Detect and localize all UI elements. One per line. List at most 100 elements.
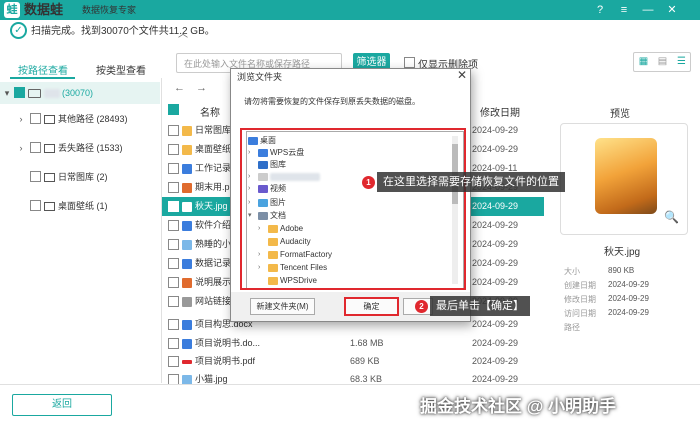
minimize-icon[interactable]: — [640, 2, 656, 18]
tree-checkbox[interactable] [30, 200, 41, 211]
column-name-header[interactable]: 名称 [200, 104, 220, 119]
row-checkbox[interactable] [168, 277, 179, 288]
file-name: 秋天.jpg [195, 201, 228, 211]
file-date: 2024-09-29 [472, 220, 519, 230]
expand-right-icon[interactable]: › [16, 137, 26, 159]
forward-arrow-icon[interactable]: → [196, 82, 207, 94]
file-name: 项目说明书.pdf [195, 356, 256, 366]
meta-modified-key: 修改日期 [564, 295, 596, 304]
row-checkbox[interactable] [168, 319, 179, 330]
step-1-callout: 在这里选择需要存储恢复文件的位置 [377, 172, 565, 192]
doc-file-icon [182, 221, 192, 231]
file-name: 项目说明书.do... [195, 338, 261, 348]
folder-icon [182, 145, 192, 155]
row-checkbox[interactable] [168, 201, 179, 212]
file-date: 2024-09-29 [472, 144, 519, 154]
row-checkbox[interactable] [168, 163, 179, 174]
tree-item-label: 日常图库 (2) [58, 172, 108, 182]
step-1-badge: 1 [362, 176, 375, 189]
row-checkbox[interactable] [168, 144, 179, 155]
zoom-icon[interactable]: 🔍 [664, 210, 679, 224]
image-file-icon [182, 202, 192, 212]
grid-view-icon[interactable]: ▦ [634, 52, 653, 72]
tree-item[interactable]: 日常图库 (2) [0, 166, 160, 188]
dialog-title: 浏览文件夹 [237, 72, 283, 82]
meta-size-value: 890 KB [608, 266, 635, 275]
select-all-checkbox[interactable] [168, 104, 179, 115]
doc-file-icon [182, 164, 192, 174]
file-date: 2024-09-29 [472, 277, 519, 287]
drive-icon [28, 89, 41, 98]
file-row[interactable]: 项目说明书.do... 1.68 MB 2024-09-29 [162, 334, 544, 353]
file-date: 2024-09-29 [472, 356, 519, 366]
chevron-up-icon[interactable]: ︿ [178, 25, 188, 40]
column-date-header[interactable]: 修改日期 [480, 104, 520, 119]
row-checkbox[interactable] [168, 125, 179, 136]
meta-modified-value: 2024-09-29 [608, 294, 649, 303]
expand-down-icon[interactable]: ▾ [2, 82, 12, 104]
step-2-badge: 2 [415, 300, 428, 313]
file-date: 2024-09-29 [472, 258, 519, 268]
meta-accessed-key: 访问日期 [564, 309, 596, 318]
tree-item-label: 桌面壁纸 (1) [58, 201, 108, 211]
tree-item[interactable]: › 丢失路径 (1533) [0, 137, 160, 159]
meta-created-value: 2024-09-29 [608, 280, 649, 289]
file-row[interactable]: 项目说明书.pdf 689 KB 2024-09-29 [162, 352, 544, 371]
back-button[interactable]: 返回 [12, 394, 112, 416]
close-icon[interactable]: ✕ [664, 2, 680, 18]
file-name: 日常图库 [195, 125, 232, 135]
doc-file-icon [182, 320, 192, 330]
doc-file-icon [182, 259, 192, 269]
app-subtitle: 数据恢复专家 [82, 5, 137, 15]
text-file-icon [182, 297, 192, 307]
row-checkbox[interactable] [168, 338, 179, 349]
tree-item[interactable]: 桌面壁纸 (1) [0, 195, 160, 217]
meta-path-key: 路径 [564, 323, 580, 332]
tree-item[interactable]: › 其他路径 (28493) [0, 108, 160, 130]
row-checkbox[interactable] [168, 220, 179, 231]
folder-icon [182, 126, 192, 136]
ppt-file-icon [182, 183, 192, 193]
tree-root-drive[interactable]: ▾ (30070) [0, 82, 160, 104]
row-checkbox[interactable] [168, 258, 179, 269]
doc-file-icon [182, 339, 192, 349]
tab-by-type[interactable]: 按类型查看 [96, 62, 146, 77]
new-folder-button[interactable]: 新建文件夹(M) [250, 298, 315, 315]
root-checkbox[interactable] [14, 87, 25, 98]
drive-name-blurred [44, 89, 60, 98]
step-2-callout: 最后单击【确定】 [430, 296, 530, 316]
watermark: 掘金技术社区 @ 小明助手 [420, 397, 617, 416]
row-checkbox[interactable] [168, 239, 179, 250]
file-name: 桌面壁纸 [195, 144, 232, 154]
scan-complete-icon: ✓ [10, 22, 27, 39]
ok-button[interactable]: 确定 [344, 297, 399, 316]
tree-checkbox[interactable] [30, 171, 41, 182]
row-checkbox[interactable] [168, 296, 179, 307]
menu-icon[interactable]: ≡ [616, 2, 632, 18]
expand-right-icon[interactable]: › [16, 108, 26, 130]
dialog-close-icon[interactable]: ✕ [457, 68, 467, 82]
folder-outline-icon [44, 202, 55, 211]
tree-checkbox[interactable] [30, 113, 41, 124]
deleted-only-checkbox[interactable] [404, 57, 415, 68]
app-logo: 蛙 [4, 2, 20, 18]
list-view-icon[interactable]: ☰ [672, 52, 691, 72]
file-date: 2024-09-29 [472, 239, 519, 249]
row-checkbox[interactable] [168, 356, 179, 367]
tile-view-icon[interactable]: ▤ [653, 52, 672, 72]
file-date: 2024-09-29 [472, 125, 519, 135]
dialog-message: 请勿将需要恢复的文件保存到原丢失数据的磁盘。 [244, 97, 420, 106]
preview-image [595, 138, 657, 214]
tree-checkbox[interactable] [30, 142, 41, 153]
file-size: 689 KB [350, 356, 380, 366]
meta-accessed-value: 2024-09-29 [608, 308, 649, 317]
file-date: 2024-09-29 [472, 201, 519, 211]
help-icon[interactable]: ? [592, 2, 608, 18]
active-tab-indicator [10, 77, 75, 79]
row-checkbox[interactable] [168, 182, 179, 193]
folder-outline-icon [44, 173, 55, 182]
back-arrow-icon[interactable]: ← [174, 82, 185, 94]
tab-by-path[interactable]: 按路径查看 [18, 62, 68, 77]
file-date: 2024-09-29 [472, 338, 519, 348]
file-row[interactable]: 小猫.jpg 68.3 KB 2024-09-29 [162, 370, 544, 385]
